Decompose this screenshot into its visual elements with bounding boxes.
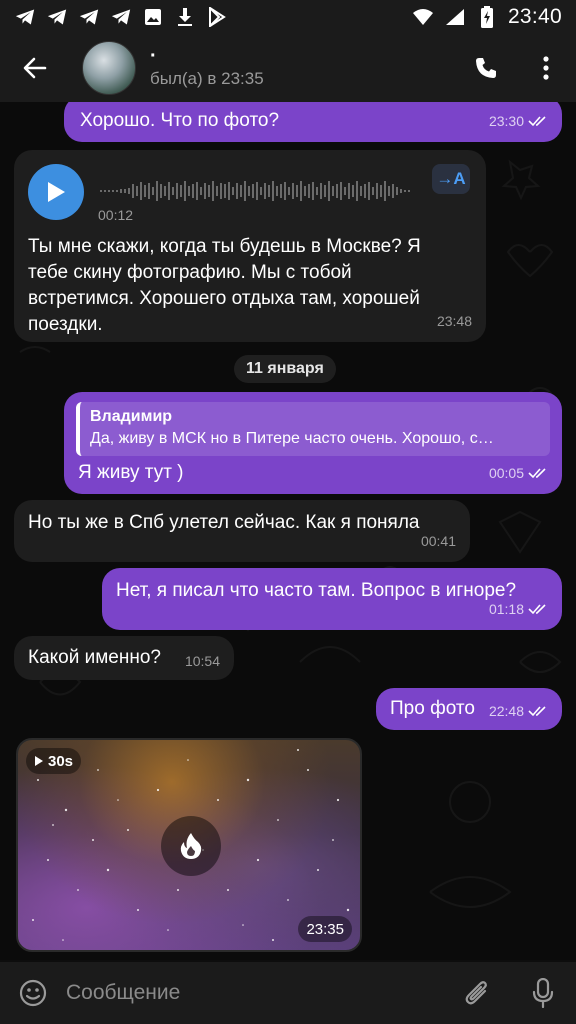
double-check-icon [528, 468, 546, 479]
status-bar: 23:40 [0, 0, 576, 34]
more-vertical-icon [543, 56, 549, 80]
telegram-icon [78, 6, 100, 28]
call-button[interactable] [456, 34, 516, 102]
double-check-icon [528, 116, 546, 127]
battery-charging-icon [476, 6, 498, 28]
contact-name: · [150, 45, 157, 67]
message-meta: 23:48 [437, 308, 472, 334]
message-meta: 01:18 [489, 596, 548, 622]
message-text: Хорошо. Что по фото? [80, 110, 280, 131]
message-text: Нет, я писал что часто там. Вопрос в игн… [116, 580, 517, 601]
back-button[interactable] [0, 34, 70, 102]
message-outgoing[interactable]: Нет, я писал что часто там. Вопрос в игн… [102, 568, 562, 630]
date-separator: 11 января [234, 355, 336, 383]
message-incoming[interactable]: Но ты же в Спб улетел сейчас. Как я поня… [14, 500, 470, 562]
voice-message-incoming[interactable]: 00:12 →A Ты мне скажи, когда ты будешь в… [14, 150, 486, 342]
download-icon [174, 6, 196, 28]
double-check-icon [528, 604, 546, 615]
quote-author: Владимир [90, 408, 173, 425]
video-message-incoming[interactable]: 30s 23:35 [16, 738, 362, 952]
chat-area[interactable]: Хорошо. Что по фото? 23:30 00:12 →A Ты м… [0, 102, 576, 960]
message-time: 00:05 [488, 465, 524, 481]
fire-icon [180, 833, 202, 859]
double-check-icon [528, 706, 546, 717]
telegram-icon [110, 6, 132, 28]
message-input[interactable] [66, 973, 444, 1013]
message-meta: 10:54 [185, 648, 220, 674]
gallery-icon [142, 6, 164, 28]
wifi-icon [412, 6, 434, 28]
voice-waveform[interactable] [100, 178, 420, 204]
message-text: Какой именно? [28, 647, 161, 668]
phone-icon [476, 58, 496, 78]
play-icon [48, 182, 65, 202]
message-time: 10:54 [184, 653, 220, 669]
play-button[interactable] [28, 164, 84, 220]
chat-header: · был(а) в 23:35 [0, 34, 576, 102]
video-duration: 30s [48, 752, 74, 770]
message-incoming[interactable]: Какой именно? 10:54 [14, 636, 234, 680]
play-icon [35, 756, 43, 766]
arrow-left-icon [23, 57, 47, 79]
video-duration-badge: 30s [26, 748, 82, 774]
smiley-icon [19, 979, 47, 1007]
notification-icons [14, 6, 228, 28]
message-time: 23:30 [488, 113, 524, 129]
message-time: 00:41 [420, 533, 456, 549]
message-input-bar [0, 962, 576, 1024]
message-text: Я живу тут ) [78, 462, 184, 483]
microphone-icon [532, 978, 554, 1008]
message-time: 22:48 [488, 703, 524, 719]
voice-transcription-text: Ты мне скажи, когда ты будешь в Москве? … [28, 236, 421, 335]
quote-text: Да, живу в МСК но в Питере часто очень. … [90, 430, 494, 447]
message-meta: 00:41 [421, 528, 456, 554]
message-time: 23:35 [298, 916, 352, 942]
telegram-icon [14, 6, 36, 28]
attach-button[interactable] [444, 962, 510, 1024]
message-text: Про фото [390, 698, 475, 719]
message-text: Но ты же в Спб улетел сейчас. Как я поня… [28, 512, 420, 533]
last-seen-status: был(а) в 23:35 [150, 69, 264, 88]
message-outgoing[interactable]: Про фото 22:48 [376, 688, 562, 730]
message-meta: 22:48 [489, 698, 548, 724]
chat-title-area[interactable]: · был(а) в 23:35 [150, 45, 456, 89]
avatar[interactable] [82, 41, 136, 95]
message-time: 01:18 [488, 601, 524, 617]
view-once-button[interactable] [161, 816, 221, 876]
signal-icon [444, 6, 466, 28]
message-outgoing-reply[interactable]: Владимир Да, живу в МСК но в Питере част… [64, 392, 562, 494]
voice-record-button[interactable] [510, 962, 576, 1024]
message-meta: 00:05 [489, 460, 548, 486]
more-menu-button[interactable] [516, 34, 576, 102]
emoji-button[interactable] [0, 962, 66, 1024]
voice-duration: 00:12 [98, 207, 134, 223]
clock: 23:40 [507, 5, 562, 28]
reply-quote[interactable]: Владимир Да, живу в МСК но в Питере част… [76, 402, 550, 456]
transcribe-button[interactable]: →A [432, 164, 470, 194]
message-time: 23:48 [436, 313, 472, 329]
telegram-icon [46, 6, 68, 28]
play-store-icon [206, 6, 228, 28]
message-meta: 23:30 [489, 108, 548, 134]
message-outgoing[interactable]: Хорошо. Что по фото? 23:30 [64, 102, 562, 142]
paperclip-icon [465, 981, 487, 1005]
